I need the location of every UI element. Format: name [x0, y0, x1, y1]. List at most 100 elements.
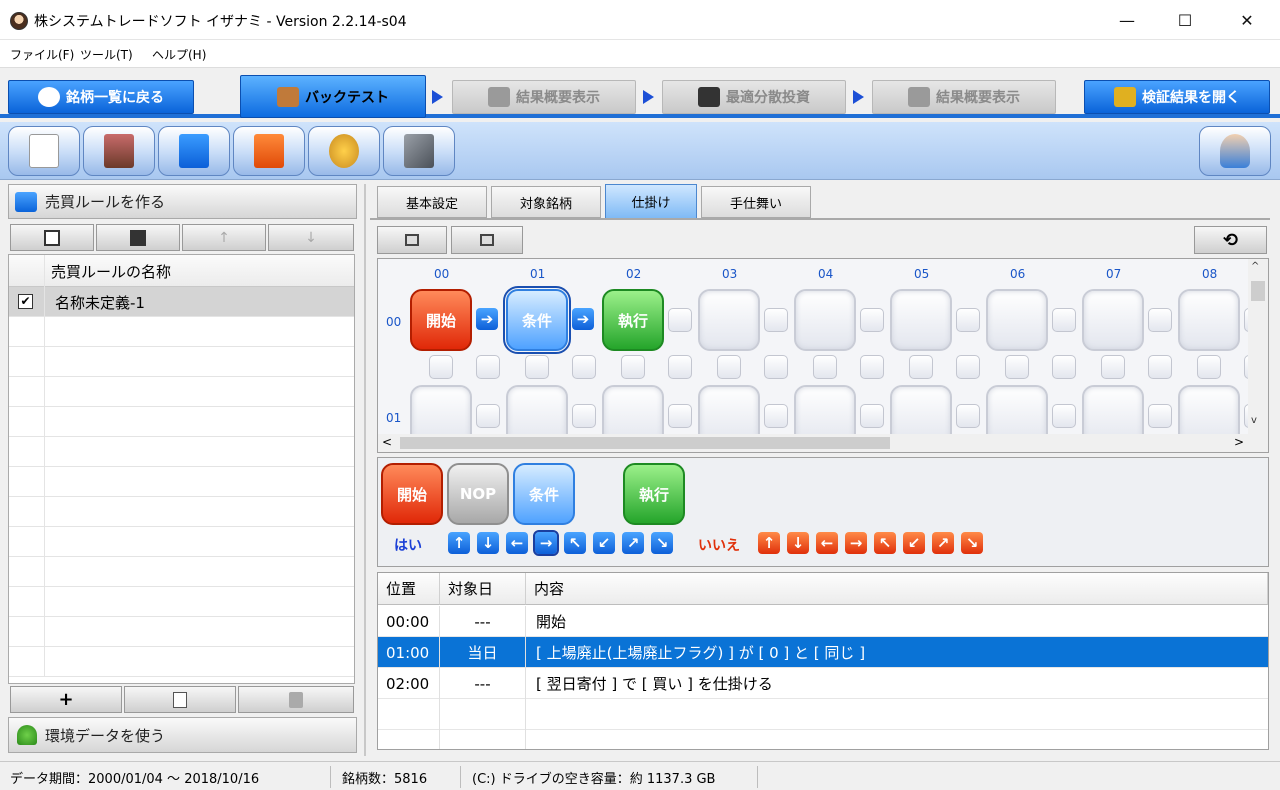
palette-execute-button[interactable]: 執行 [623, 463, 685, 525]
flow-cell[interactable] [794, 289, 856, 351]
flow-arrow-right-icon[interactable]: ➔ [476, 308, 498, 330]
menu-file[interactable]: ファイル(F) [10, 46, 74, 63]
import-rule-button[interactable] [233, 126, 305, 176]
flow-connector-cell[interactable] [717, 355, 741, 379]
flow-connector-cell[interactable] [1148, 308, 1172, 332]
save-rule-button[interactable] [10, 224, 94, 251]
color-settings-button[interactable] [308, 126, 380, 176]
rule-row[interactable]: ✔ 名称未定義-1 [9, 287, 354, 317]
flow-arrow-right-icon[interactable]: ➔ [572, 308, 594, 330]
flow-connector-cell[interactable] [1148, 355, 1172, 379]
flow-node-condition[interactable]: 条件 [503, 286, 571, 354]
result-summary-tab-1[interactable]: 結果概要表示 [452, 80, 636, 114]
no-arrow-down-left-icon[interactable]: ↙ [903, 532, 925, 554]
table-row-selected[interactable]: 01:00 当日 [ 上場廃止(上場廃止フラグ) ] が [ 0 ] と [ 同… [378, 637, 1268, 668]
result-summary-tab-2[interactable]: 結果概要表示 [872, 80, 1056, 114]
flow-connector-cell[interactable] [476, 355, 500, 379]
tab-basic-settings[interactable]: 基本設定 [377, 186, 487, 218]
delete-row-button[interactable] [451, 226, 523, 254]
flow-connector-cell[interactable] [668, 404, 692, 428]
menu-help[interactable]: ヘルプ(H) [152, 46, 206, 63]
maximize-button[interactable]: ☐ [1162, 0, 1208, 40]
no-arrow-right-icon[interactable]: → [845, 532, 867, 554]
flow-connector-cell[interactable] [860, 355, 884, 379]
scroll-up-icon[interactable]: ^ [1251, 261, 1259, 272]
yes-arrow-down-right-icon[interactable]: ↘ [651, 532, 673, 554]
scroll-left-icon[interactable]: < [382, 435, 392, 449]
flow-connector-cell[interactable] [860, 404, 884, 428]
menu-tools[interactable]: ツール(T) [80, 46, 133, 63]
flow-node-start[interactable]: 開始 [410, 289, 472, 351]
rule-enabled-checkbox[interactable]: ✔ [18, 294, 33, 309]
palette-start-button[interactable]: 開始 [381, 463, 443, 525]
flow-connector-cell[interactable] [764, 308, 788, 332]
flow-connector-cell[interactable] [621, 355, 645, 379]
save-as-rule-button[interactable] [96, 224, 180, 251]
add-rule-button[interactable]: + [10, 686, 122, 713]
palette-nop-button[interactable]: NOP [447, 463, 509, 525]
tab-entry[interactable]: 仕掛け [605, 184, 697, 219]
yes-arrow-down-icon[interactable]: ↓ [477, 532, 499, 554]
flow-connector-cell[interactable] [476, 404, 500, 428]
yes-arrow-right-icon[interactable]: → [533, 530, 559, 556]
no-arrow-up-left-icon[interactable]: ↖ [874, 532, 896, 554]
scroll-right-icon[interactable]: > [1234, 435, 1244, 449]
yes-arrow-up-right-icon[interactable]: ↗ [622, 532, 644, 554]
open-rule-button[interactable] [83, 126, 155, 176]
no-arrow-down-icon[interactable]: ↓ [787, 532, 809, 554]
flow-cell[interactable] [890, 289, 952, 351]
env-data-header[interactable]: 環境データを使う [8, 717, 357, 753]
table-row[interactable]: 00:00 --- 開始 [378, 606, 1268, 637]
minimize-button[interactable]: — [1104, 0, 1150, 40]
open-results-tab[interactable]: 検証結果を開く [1084, 80, 1270, 114]
move-up-button[interactable]: ↑ [182, 224, 266, 251]
flow-connector-cell[interactable] [572, 404, 596, 428]
back-to-list-tab[interactable]: 銘柄一覧に戻る [8, 80, 194, 114]
no-arrow-up-right-icon[interactable]: ↗ [932, 532, 954, 554]
vertical-scrollbar[interactable]: ^ v [1248, 259, 1268, 434]
flow-connector-cell[interactable] [956, 404, 980, 428]
scroll-down-icon[interactable]: v [1251, 415, 1257, 426]
flow-connector-cell[interactable] [1148, 404, 1172, 428]
create-rules-header[interactable]: 売買ルールを作る [8, 184, 357, 219]
optimal-diversified-tab[interactable]: 最適分散投資 [662, 80, 846, 114]
delete-rule-button[interactable] [238, 686, 354, 713]
tools-button[interactable] [383, 126, 455, 176]
flow-cell[interactable] [1082, 289, 1144, 351]
flow-connector-cell[interactable] [1052, 308, 1076, 332]
export-rule-button[interactable] [158, 126, 230, 176]
flow-connector-cell[interactable] [956, 308, 980, 332]
flow-node-execute[interactable]: 執行 [602, 289, 664, 351]
yes-arrow-up-icon[interactable]: ↑ [448, 532, 470, 554]
no-arrow-up-icon[interactable]: ↑ [758, 532, 780, 554]
flow-connector-cell[interactable] [572, 355, 596, 379]
palette-condition-button[interactable]: 条件 [513, 463, 575, 525]
flow-connector-cell[interactable] [668, 308, 692, 332]
flow-connector-cell[interactable] [525, 355, 549, 379]
yes-arrow-left-icon[interactable]: ← [506, 532, 528, 554]
yes-arrow-up-left-icon[interactable]: ↖ [564, 532, 586, 554]
flow-connector-cell[interactable] [668, 355, 692, 379]
close-button[interactable]: ✕ [1224, 0, 1270, 40]
run-backtest-button[interactable] [1199, 126, 1271, 176]
flow-connector-cell[interactable] [429, 355, 453, 379]
flow-connector-cell[interactable] [860, 308, 884, 332]
flow-connector-cell[interactable] [764, 355, 788, 379]
flow-connector-cell[interactable] [1005, 355, 1029, 379]
flow-cell[interactable] [986, 289, 1048, 351]
copy-rule-button[interactable] [124, 686, 236, 713]
tab-exit[interactable]: 手仕舞い [701, 186, 811, 218]
flow-connector-cell[interactable] [1101, 355, 1125, 379]
tab-target-stocks[interactable]: 対象銘柄 [491, 186, 601, 218]
flow-connector-cell[interactable] [956, 355, 980, 379]
vertical-scroll-thumb[interactable] [1251, 281, 1265, 301]
no-arrow-down-right-icon[interactable]: ↘ [961, 532, 983, 554]
flow-connector-cell[interactable] [1052, 404, 1076, 428]
new-rule-button[interactable] [8, 126, 80, 176]
yes-arrow-down-left-icon[interactable]: ↙ [593, 532, 615, 554]
flow-connector-cell[interactable] [1052, 355, 1076, 379]
undo-button[interactable]: ⟲ [1194, 226, 1267, 254]
flow-cell[interactable] [1178, 289, 1240, 351]
flow-connector-cell[interactable] [909, 355, 933, 379]
flow-connector-cell[interactable] [764, 404, 788, 428]
